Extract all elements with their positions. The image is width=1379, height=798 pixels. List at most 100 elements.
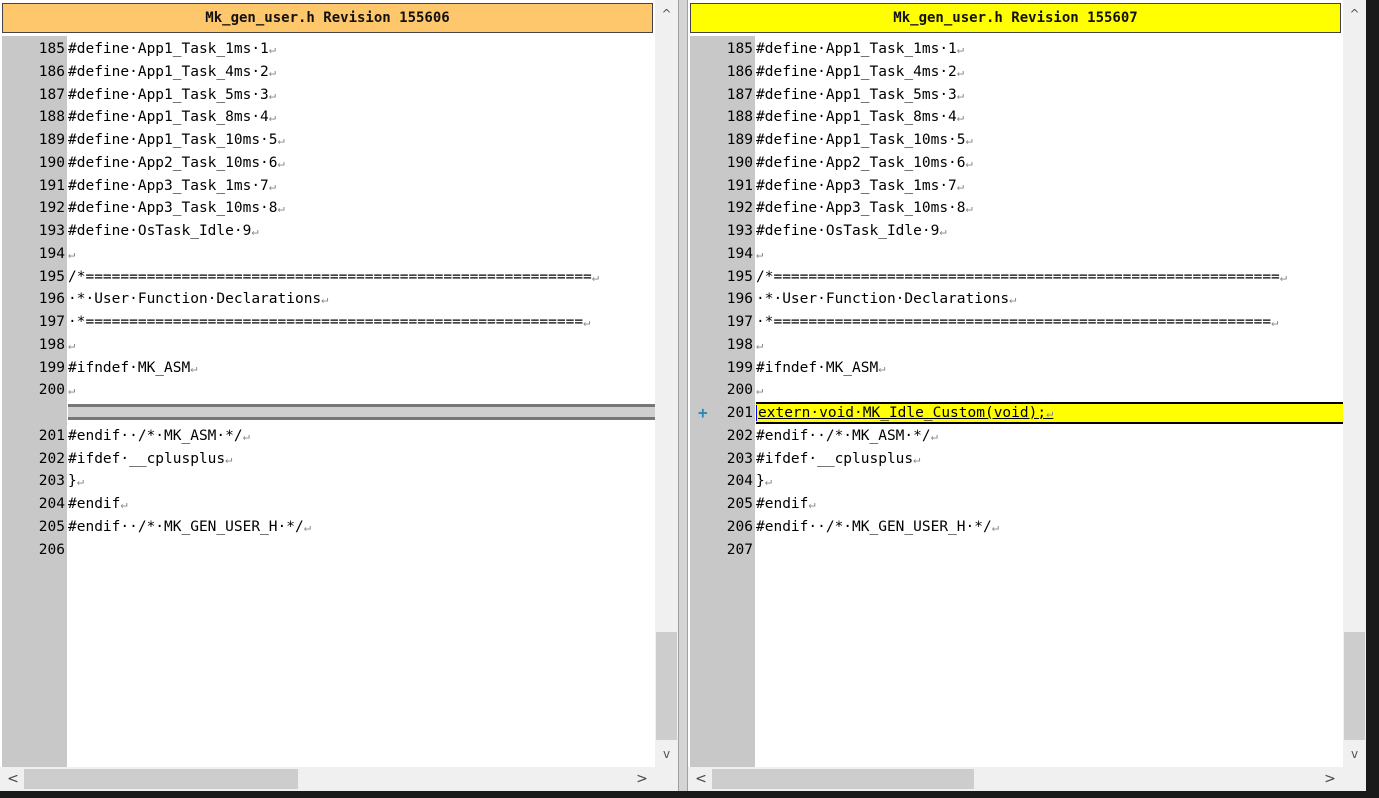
code-text[interactable]: #define·App3_Task_10ms·8↵ xyxy=(68,197,285,220)
code-text[interactable]: #endif··/*·MK_GEN_USER_H·*/↵ xyxy=(68,516,311,539)
code-text[interactable]: ↵ xyxy=(68,379,75,402)
code-text[interactable]: }↵ xyxy=(68,470,84,493)
code-text[interactable]: ·*======================================… xyxy=(68,311,590,334)
code-line[interactable]: 196 ·*·User·Function·Declarations↵ xyxy=(690,288,1343,311)
code-text[interactable]: #define·App1_Task_5ms·3↵ xyxy=(68,84,276,107)
scroll-down-arrow-icon[interactable]: v xyxy=(1343,744,1366,764)
code-line[interactable]: 198 ↵ xyxy=(2,334,655,357)
right-diff-pane[interactable]: Mk_gen_user.h Revision 155607 185 #define… xyxy=(688,0,1366,791)
code-text[interactable]: #define·App2_Task_10ms·6↵ xyxy=(68,152,285,175)
left-vertical-scroll-thumb[interactable] xyxy=(656,632,677,740)
scroll-down-arrow-icon[interactable]: v xyxy=(655,744,678,764)
code-text[interactable]: ·*======================================… xyxy=(756,311,1278,334)
code-text[interactable]: #ifdef·__cplusplus↵ xyxy=(756,448,920,471)
code-line[interactable]: 186 #define·App1_Task_4ms·2↵ xyxy=(2,61,655,84)
code-text[interactable]: #define·App1_Task_8ms·4↵ xyxy=(68,106,276,129)
code-text[interactable]: #endif↵ xyxy=(756,493,816,516)
scroll-up-arrow-icon[interactable]: ^ xyxy=(1343,4,1366,24)
code-text[interactable]: ·*·User·Function·Declarations↵ xyxy=(68,288,328,311)
code-text[interactable]: #define·App1_Task_10ms·5↵ xyxy=(68,129,285,152)
code-line[interactable]: 202 #ifdef·__cplusplus↵ xyxy=(2,448,655,471)
code-line[interactable]: 203}↵ xyxy=(2,470,655,493)
code-line[interactable]: 191 #define·App3_Task_1ms·7↵ xyxy=(690,175,1343,198)
code-text[interactable]: #define·App2_Task_10ms·6↵ xyxy=(756,152,973,175)
code-line[interactable]: 186 #define·App1_Task_4ms·2↵ xyxy=(690,61,1343,84)
code-line[interactable]: 192 #define·App3_Task_10ms·8↵ xyxy=(690,197,1343,220)
code-line[interactable]: 205 #endif↵ xyxy=(690,493,1343,516)
code-line[interactable]: 188 #define·App1_Task_8ms·4↵ xyxy=(2,106,655,129)
code-line[interactable]: 187 #define·App1_Task_5ms·3↵ xyxy=(2,84,655,107)
added-code-line[interactable]: +201 extern·void·MK_Idle_Custom(void);↵ xyxy=(690,402,1343,425)
code-text[interactable]: #define·OsTask_Idle·9↵ xyxy=(756,220,947,243)
scroll-left-arrow-icon[interactable]: < xyxy=(2,767,24,791)
code-line[interactable]: 197 ·*===================================… xyxy=(2,311,655,334)
code-text[interactable]: #define·App3_Task_1ms·7↵ xyxy=(68,175,276,198)
left-horizontal-scrollbar[interactable]: < > xyxy=(0,767,655,791)
scroll-right-arrow-icon[interactable]: > xyxy=(631,767,653,791)
code-text[interactable]: #define·App1_Task_1ms·1↵ xyxy=(756,38,964,61)
code-line[interactable]: 190 #define·App2_Task_10ms·6↵ xyxy=(2,152,655,175)
code-line[interactable]: 198 ↵ xyxy=(690,334,1343,357)
pane-splitter[interactable] xyxy=(678,0,688,791)
code-text[interactable]: #define·App1_Task_5ms·3↵ xyxy=(756,84,964,107)
code-line[interactable]: 193 #define·OsTask_Idle·9↵ xyxy=(2,220,655,243)
code-text[interactable]: #define·OsTask_Idle·9↵ xyxy=(68,220,259,243)
code-line[interactable]: 193 #define·OsTask_Idle·9↵ xyxy=(690,220,1343,243)
code-text[interactable]: #define·App1_Task_10ms·5↵ xyxy=(756,129,973,152)
code-text[interactable]: ↵ xyxy=(68,334,75,357)
code-text[interactable]: }↵ xyxy=(756,470,772,493)
code-line[interactable]: 204}↵ xyxy=(690,470,1343,493)
scroll-right-arrow-icon[interactable]: > xyxy=(1319,767,1341,791)
code-line[interactable]: 205 #endif··/*·MK_GEN_USER_H·*/↵ xyxy=(2,516,655,539)
code-line[interactable]: 188 #define·App1_Task_8ms·4↵ xyxy=(690,106,1343,129)
code-text[interactable]: ↵ xyxy=(756,379,763,402)
code-text[interactable]: #define·App3_Task_10ms·8↵ xyxy=(756,197,973,220)
code-line[interactable]: 202 #endif··/*·MK_ASM·*/↵ xyxy=(690,425,1343,448)
code-text[interactable]: ↵ xyxy=(68,243,75,266)
code-text[interactable]: #define·App1_Task_1ms·1↵ xyxy=(68,38,276,61)
code-text[interactable]: /*======================================… xyxy=(68,266,599,289)
left-horizontal-scroll-thumb[interactable] xyxy=(24,769,298,789)
code-line[interactable]: 196 ·*·User·Function·Declarations↵ xyxy=(2,288,655,311)
left-vertical-scrollbar[interactable]: ^ v xyxy=(655,0,678,767)
code-text[interactable]: #endif··/*·MK_ASM·*/↵ xyxy=(68,425,250,448)
code-text[interactable]: #ifndef·MK_ASM↵ xyxy=(756,357,885,380)
right-vertical-scroll-thumb[interactable] xyxy=(1344,632,1365,740)
code-line[interactable]: 189 #define·App1_Task_10ms·5↵ xyxy=(690,129,1343,152)
code-text[interactable]: #endif··/*·MK_ASM·*/↵ xyxy=(756,425,938,448)
code-text[interactable]: #endif··/*·MK_GEN_USER_H·*/↵ xyxy=(756,516,999,539)
code-line[interactable]: 206 #endif··/*·MK_GEN_USER_H·*/↵ xyxy=(690,516,1343,539)
code-line[interactable]: 197 ·*===================================… xyxy=(690,311,1343,334)
code-line[interactable]: 199 #ifndef·MK_ASM↵ xyxy=(690,357,1343,380)
code-text[interactable]: #endif↵ xyxy=(68,493,128,516)
code-line[interactable]: 200 ↵ xyxy=(690,379,1343,402)
code-text[interactable]: extern·void·MK_Idle_Custom(void);↵ xyxy=(756,402,1343,424)
code-text[interactable]: /*======================================… xyxy=(756,266,1287,289)
scroll-left-arrow-icon[interactable]: < xyxy=(690,767,712,791)
code-text[interactable]: #define·App1_Task_8ms·4↵ xyxy=(756,106,964,129)
code-line[interactable]: 203 #ifdef·__cplusplus↵ xyxy=(690,448,1343,471)
right-horizontal-scroll-thumb[interactable] xyxy=(712,769,974,789)
code-text[interactable]: #define·App3_Task_1ms·7↵ xyxy=(756,175,964,198)
code-line[interactable]: 189 #define·App1_Task_10ms·5↵ xyxy=(2,129,655,152)
right-horizontal-scrollbar[interactable]: < > xyxy=(688,767,1343,791)
code-text[interactable]: #define·App1_Task_4ms·2↵ xyxy=(756,61,964,84)
code-line[interactable]: 195/*===================================… xyxy=(2,266,655,289)
code-text[interactable]: ↵ xyxy=(756,243,763,266)
code-line[interactable]: 185 #define·App1_Task_1ms·1↵ xyxy=(690,38,1343,61)
code-text[interactable]: #define·App1_Task_4ms·2↵ xyxy=(68,61,276,84)
scroll-up-arrow-icon[interactable]: ^ xyxy=(655,4,678,24)
code-text[interactable]: #ifdef·__cplusplus↵ xyxy=(68,448,232,471)
code-line[interactable]: 206 xyxy=(2,539,655,562)
code-line[interactable]: 185 #define·App1_Task_1ms·1↵ xyxy=(2,38,655,61)
code-line[interactable]: 200 ↵ xyxy=(2,379,655,402)
right-code-view[interactable]: 185 #define·App1_Task_1ms·1↵ 186 #define·Ap… xyxy=(690,38,1343,561)
code-text[interactable]: ·*·User·Function·Declarations↵ xyxy=(756,288,1016,311)
code-text[interactable]: ↵ xyxy=(756,334,763,357)
code-line[interactable]: 204 #endif↵ xyxy=(2,493,655,516)
code-line[interactable]: 190 #define·App2_Task_10ms·6↵ xyxy=(690,152,1343,175)
code-line[interactable]: 187 #define·App1_Task_5ms·3↵ xyxy=(690,84,1343,107)
code-text[interactable]: #ifndef·MK_ASM↵ xyxy=(68,357,197,380)
code-line[interactable]: 194 ↵ xyxy=(2,243,655,266)
code-line[interactable]: 195/*===================================… xyxy=(690,266,1343,289)
